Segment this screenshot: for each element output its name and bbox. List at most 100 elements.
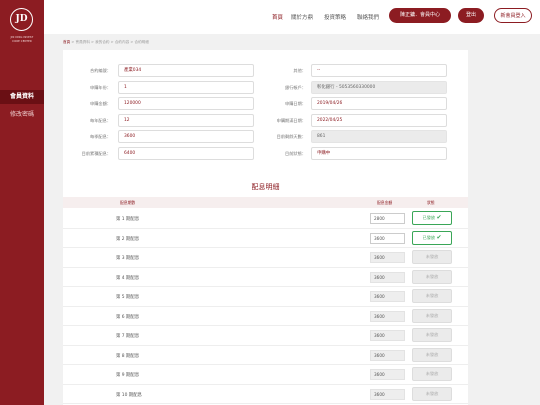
annual-dividend-field[interactable]: 12 <box>118 114 254 127</box>
status-label: 已發放 <box>422 215 436 220</box>
status-label: 未發放 <box>425 371 439 376</box>
nav-strategy[interactable]: 投資策略 <box>324 13 346 21</box>
status-badge: 未發放 <box>412 269 452 284</box>
breadcrumb: 首頁 > 會員資料 > 我的合約 > 合約內容 > 合約明細 <box>63 40 149 44</box>
breadcrumb-item[interactable]: 首頁 <box>63 40 70 44</box>
table-row: 第 9 期配息 3600 未發放 <box>63 365 468 385</box>
amount-field: 3600 <box>370 291 405 302</box>
top-navbar: 首頁 關於方鼎 投資策略 聯絡我們 陳正鏞．會員中心 登出 新會員登入 <box>44 0 540 34</box>
period-label: 第 6 期配息 <box>116 314 140 320</box>
field-label: 目前狀態： <box>285 151 306 156</box>
column-header-period: 配息期數 <box>120 200 136 205</box>
field-label: 申購期滿日期： <box>276 118 306 123</box>
quarterly-dividend-field[interactable]: 3600 <box>118 130 254 143</box>
field-label: 申購日期： <box>285 101 306 106</box>
field-label: 每年配息： <box>90 118 111 123</box>
amount-field: 3600 <box>370 388 405 400</box>
accumulated-dividend-field[interactable]: 6400 <box>118 147 254 160</box>
other-field[interactable]: -- <box>311 64 447 77</box>
status-label: 未發放 <box>425 351 439 357</box>
field-label: 目前剩餘天數： <box>276 134 306 139</box>
field-label: 申購金額： <box>90 101 111 106</box>
brand-logo[interactable]: JD <box>10 8 33 31</box>
column-header-status: 狀態 <box>427 200 435 205</box>
check-icon: ✔ <box>436 214 442 221</box>
purchase-amount-field[interactable]: 120000 <box>118 97 254 110</box>
sidebar-item-change-password[interactable]: 修改密碼 <box>0 108 44 122</box>
breadcrumb-item[interactable]: 我的合約 <box>95 40 109 44</box>
status-badge: 未發放 <box>412 328 452 342</box>
table-row: 第 1 期配息 2800 已發放 ✔ <box>63 209 468 229</box>
check-icon: ✔ <box>436 233 442 241</box>
status-label: 未發放 <box>425 312 439 318</box>
field-label: 合約編號： <box>90 68 111 73</box>
table-row: 第 10 期配息 3600 未發放 <box>63 385 468 404</box>
contract-number-field[interactable]: 產業034 <box>118 64 254 77</box>
field-label: 每季配息： <box>90 134 111 139</box>
distribution-table-header: 配息期數 配息金額 狀態 <box>63 197 468 208</box>
period-label: 第 4 期配息 <box>116 275 140 281</box>
period-label: 第 1 期配息 <box>116 217 140 222</box>
member-center-button[interactable]: 陳正鏞．會員中心 <box>389 8 451 23</box>
sidebar-item-member-profile[interactable]: 會員資料 <box>0 90 44 104</box>
purchase-date-field[interactable]: 2019/04/26 <box>311 97 447 110</box>
status-badge: 未發放 <box>412 308 452 323</box>
new-member-login-button[interactable]: 新會員登入 <box>494 8 532 23</box>
table-row: 第 5 期配息 3600 未發放 <box>63 287 468 307</box>
amount-field: 3600 <box>370 369 405 380</box>
status-badge: 未發放 <box>412 367 452 381</box>
period-label: 第 5 期配息 <box>116 295 140 300</box>
period-label: 第 9 期配息 <box>116 373 140 378</box>
table-row: 第 6 期配息 3600 未發放 <box>63 307 468 326</box>
status-label: 未發放 <box>425 254 439 259</box>
logout-button[interactable]: 登出 <box>458 8 484 23</box>
amount-field: 2800 <box>370 213 405 224</box>
amount-field: 3600 <box>370 349 405 361</box>
status-label: 未發放 <box>425 273 439 279</box>
amount-field: 3600 <box>370 252 405 263</box>
field-label: 目前累積配息： <box>81 151 111 156</box>
period-label: 第 3 期配息 <box>116 256 140 261</box>
table-row: 第 8 期配息 3600 未發放 <box>63 346 468 365</box>
maturity-date-field[interactable]: 2022/04/25 <box>311 114 447 127</box>
table-row: 第 3 期配息 3600 未發放 <box>63 248 468 268</box>
amount-field: 3600 <box>370 330 405 341</box>
table-row: 第 4 期配息 3600 未發放 <box>63 268 468 287</box>
status-badge: 未發放 <box>412 250 452 264</box>
breadcrumb-item[interactable]: 合約內容 <box>115 40 129 44</box>
field-label: 銀行帳戶： <box>285 85 306 90</box>
remaining-days-field: 861 <box>311 130 447 143</box>
status-label: 未發放 <box>425 332 439 337</box>
breadcrumb-item[interactable]: 會員資料 <box>75 40 89 44</box>
period-label: 第 7 期配息 <box>116 334 140 339</box>
period-label: 第 8 期配息 <box>116 353 140 359</box>
status-badge: 已發放 ✔ <box>412 211 452 225</box>
sidebar: JD JIN DING INVEST CORE CENTER 會員資料 修改密碼 <box>0 0 44 405</box>
table-row: 第 2 期配息 3600 已發放 ✔ <box>63 229 468 248</box>
breadcrumb-current: 合約明細 <box>134 40 149 44</box>
status-label: 未發放 <box>425 390 439 396</box>
table-row: 第 7 期配息 3600 未發放 <box>63 326 468 346</box>
field-label: 申購年份： <box>90 85 111 90</box>
field-label: 其他： <box>293 68 306 73</box>
status-label: 未發放 <box>425 293 439 298</box>
brand-line-2: CORE CENTER <box>12 40 32 43</box>
status-badge: 已發放 ✔ <box>412 230 452 245</box>
amount-field: 3600 <box>370 232 405 244</box>
distribution-title: 配息明細 <box>251 183 280 191</box>
nav-contact[interactable]: 聯絡我們 <box>357 13 379 21</box>
purchase-years-field[interactable]: 1 <box>118 81 254 94</box>
nav-about[interactable]: 關於方鼎 <box>291 13 313 21</box>
bank-account-field: 彰化銀行 - 5053560330000 <box>311 81 447 94</box>
period-label: 第 10 期配息 <box>116 392 142 398</box>
status-badge: 未發放 <box>412 386 452 401</box>
nav-home[interactable]: 首頁 <box>272 13 283 21</box>
status-badge: 未發放 <box>412 289 452 303</box>
column-header-amount: 配息金額 <box>377 200 393 205</box>
period-label: 第 2 期配息 <box>116 236 140 242</box>
amount-field: 3600 <box>370 310 405 322</box>
current-status-field[interactable]: 申購中 <box>311 147 447 160</box>
brand-line-1: JIN DING INVEST <box>10 36 34 39</box>
status-label: 已發放 <box>422 234 436 240</box>
amount-field: 3600 <box>370 271 405 283</box>
